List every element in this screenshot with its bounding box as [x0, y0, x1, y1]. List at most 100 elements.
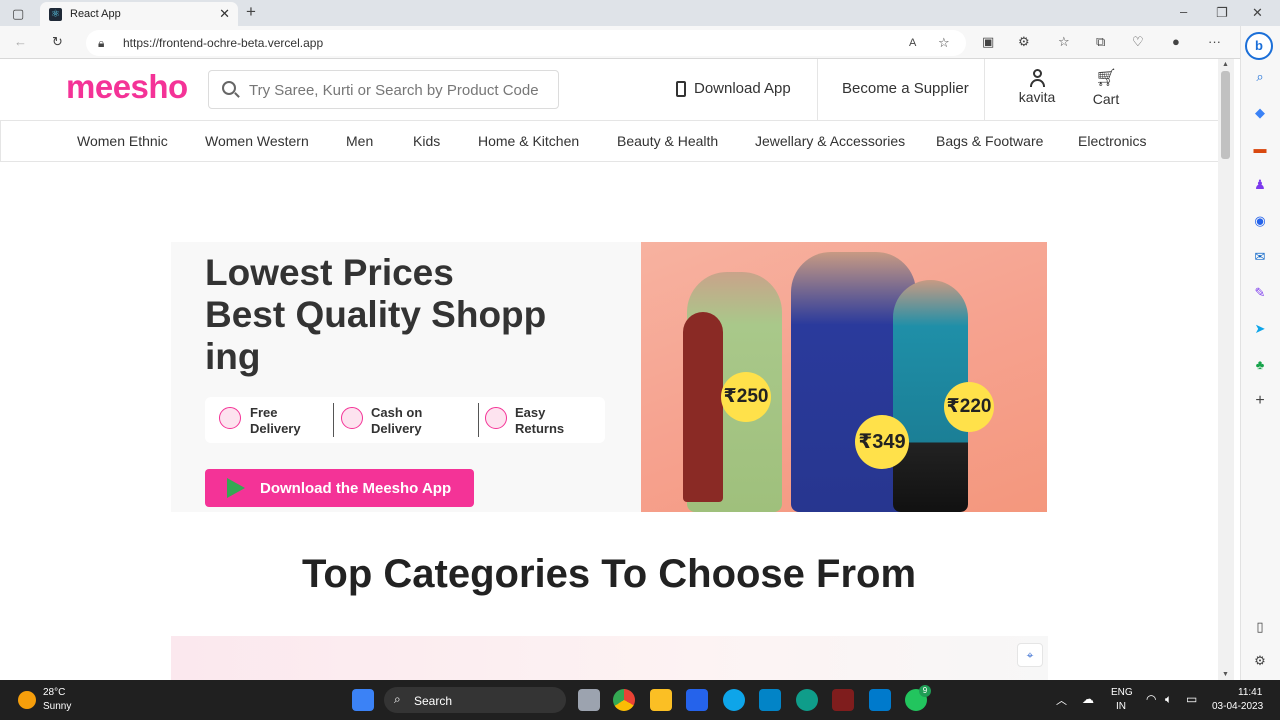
- nav-item-women-western[interactable]: Women Western: [205, 133, 309, 149]
- close-tab-icon[interactable]: ✕: [219, 6, 230, 22]
- price-tag-250: ₹250: [721, 372, 771, 422]
- feature-divider: [333, 403, 334, 437]
- windows-start-icon[interactable]: [352, 689, 374, 711]
- download-meesho-app-button[interactable]: Download the Meesho App: [205, 469, 474, 507]
- mysql-icon[interactable]: [759, 689, 781, 711]
- file-explorer-icon[interactable]: [650, 689, 672, 711]
- feature-easy-returns: Easy Returns: [515, 405, 565, 436]
- search-icon: [222, 81, 236, 95]
- microsoft-365-icon[interactable]: ◉: [1251, 212, 1269, 230]
- nav-item-kids[interactable]: Kids: [413, 133, 440, 149]
- media-icon[interactable]: [832, 689, 854, 711]
- language-in[interactable]: IN: [1116, 701, 1126, 712]
- bing-icon[interactable]: b: [1245, 32, 1273, 60]
- search-icon[interactable]: ⌕: [1251, 68, 1269, 86]
- edge-icon[interactable]: [796, 689, 818, 711]
- meesho-logo[interactable]: meesho: [66, 68, 188, 106]
- vscode-icon[interactable]: [869, 689, 891, 711]
- taskbar-search-box[interactable]: ⌕ Search: [384, 687, 566, 713]
- wifi-icon[interactable]: ◠: [1146, 692, 1156, 706]
- language-eng[interactable]: ENG: [1111, 687, 1133, 698]
- hero-banner: Lowest Prices Best Quality Shopp ing Fre…: [171, 242, 1047, 512]
- minimize-icon[interactable]: –: [1180, 4, 1187, 20]
- designer-icon[interactable]: ✎: [1251, 284, 1269, 302]
- shopping-tag-icon[interactable]: ◆: [1251, 104, 1269, 122]
- header-divider: [817, 59, 818, 121]
- volume-icon[interactable]: 🔈︎: [1165, 692, 1172, 707]
- lock-icon[interactable]: 🔒︎: [98, 35, 104, 51]
- browser-essentials-icon[interactable]: ♡: [1132, 34, 1144, 50]
- nav-item-electronics[interactable]: Electronics: [1078, 133, 1146, 149]
- visual-search-icon[interactable]: ⌖: [1017, 643, 1043, 667]
- become-supplier-link[interactable]: Become a Supplier: [842, 80, 969, 97]
- battery-icon[interactable]: ▭: [1186, 692, 1197, 706]
- search-input[interactable]: [249, 79, 549, 101]
- back-icon[interactable]: ←: [14, 34, 27, 50]
- collections-icon[interactable]: ⧉: [1096, 34, 1105, 50]
- react-favicon-icon: ⚛: [49, 8, 62, 21]
- download-app-link[interactable]: Download App: [676, 80, 791, 97]
- cash-on-delivery-icon: [341, 407, 363, 429]
- scroll-down-icon[interactable]: ▼: [1222, 671, 1229, 678]
- more-menu-icon[interactable]: ···: [1208, 34, 1221, 50]
- tree-icon[interactable]: ♣: [1251, 356, 1269, 374]
- hero-models-image: ₹250 ₹349 ₹220: [641, 242, 1047, 512]
- read-aloud-icon[interactable]: A: [909, 35, 916, 51]
- favorites-icon[interactable]: ☆: [1058, 34, 1070, 50]
- scrollbar-thumb[interactable]: [1221, 71, 1230, 159]
- url-bar[interactable]: 🔒︎ https://frontend-ochre-beta.vercel.ap…: [86, 30, 966, 56]
- sidebar-settings-icon[interactable]: ⚙: [1251, 652, 1269, 670]
- page-scrollbar[interactable]: ▲ ▼: [1218, 59, 1234, 680]
- search-icon: ⌕: [394, 692, 401, 706]
- add-sidebar-app-icon[interactable]: +: [1251, 392, 1269, 410]
- chrome-icon[interactable]: [613, 689, 635, 711]
- cart-button[interactable]: 🛒︎ Cart: [1088, 68, 1124, 108]
- new-tab-icon[interactable]: +: [246, 3, 256, 20]
- clock-time[interactable]: 11:41: [1238, 687, 1262, 698]
- split-screen-icon[interactable]: ▣: [982, 34, 994, 50]
- cart-icon: 🛒︎: [1095, 68, 1117, 87]
- play-store-icon: [227, 478, 245, 498]
- clock-date[interactable]: 03-04-2023: [1212, 701, 1263, 712]
- nav-item-women-ethnic[interactable]: Women Ethnic: [77, 133, 168, 149]
- cloud-icon[interactable]: ☁: [1082, 692, 1094, 706]
- windows-taskbar: 28°C Sunny ⌕ Search 9 ︿ ☁ ENG IN ◠ 🔈︎ ▭ …: [0, 680, 1280, 720]
- whatsapp-badge: 9: [919, 685, 931, 697]
- categories-banner: [171, 636, 1048, 680]
- user-icon: [1029, 69, 1045, 87]
- tools-icon[interactable]: ▬: [1251, 140, 1269, 158]
- chevron-up-icon[interactable]: ︿: [1056, 692, 1067, 708]
- price-tag-349: ₹349: [855, 415, 909, 469]
- scroll-up-icon[interactable]: ▲: [1222, 61, 1229, 68]
- games-icon[interactable]: ♟: [1251, 176, 1269, 194]
- address-toolbar: ← ↻ 🔒︎ https://frontend-ochre-beta.verce…: [0, 26, 1280, 59]
- headline-line-2: Best Quality Shopp: [205, 294, 547, 335]
- tab-actions-icon[interactable]: ▢: [12, 6, 24, 22]
- extensions-icon[interactable]: ⚙: [1018, 34, 1030, 50]
- send-icon[interactable]: ➤: [1251, 320, 1269, 338]
- refresh-icon[interactable]: ↻: [52, 34, 63, 50]
- weather-status[interactable]: Sunny: [43, 701, 71, 712]
- search-box[interactable]: [208, 70, 559, 109]
- nav-item-men[interactable]: Men: [346, 133, 373, 149]
- browser-tab[interactable]: ⚛ React App ✕: [40, 2, 238, 26]
- outlook-icon[interactable]: ✉: [1251, 248, 1269, 266]
- temperature[interactable]: 28°C: [43, 687, 65, 698]
- maximize-icon[interactable]: ❐: [1216, 5, 1228, 21]
- hide-sidebar-icon[interactable]: ▯: [1251, 618, 1269, 636]
- profile-button[interactable]: kavita: [1014, 69, 1060, 105]
- webpage: meesho Download App Become a Supplier ka…: [0, 59, 1218, 680]
- nav-item-bags-footware[interactable]: Bags & Footware: [936, 133, 1043, 149]
- store-icon[interactable]: [686, 689, 708, 711]
- nav-item-home-kitchen[interactable]: Home & Kitchen: [478, 133, 579, 149]
- nav-item-beauty-health[interactable]: Beauty & Health: [617, 133, 718, 149]
- app-icon[interactable]: [723, 689, 745, 711]
- favorite-star-icon[interactable]: ☆: [938, 35, 950, 51]
- taskbar-search-label: Search: [414, 694, 453, 708]
- feature-cash-on-delivery: Cash on Delivery: [371, 405, 423, 436]
- close-window-icon[interactable]: ✕: [1252, 5, 1263, 21]
- task-view-icon[interactable]: [578, 689, 600, 711]
- profile-icon[interactable]: ●: [1172, 34, 1180, 50]
- nav-item-jewellary[interactable]: Jewellary & Accessories: [755, 133, 905, 149]
- tab-title: React App: [70, 8, 121, 20]
